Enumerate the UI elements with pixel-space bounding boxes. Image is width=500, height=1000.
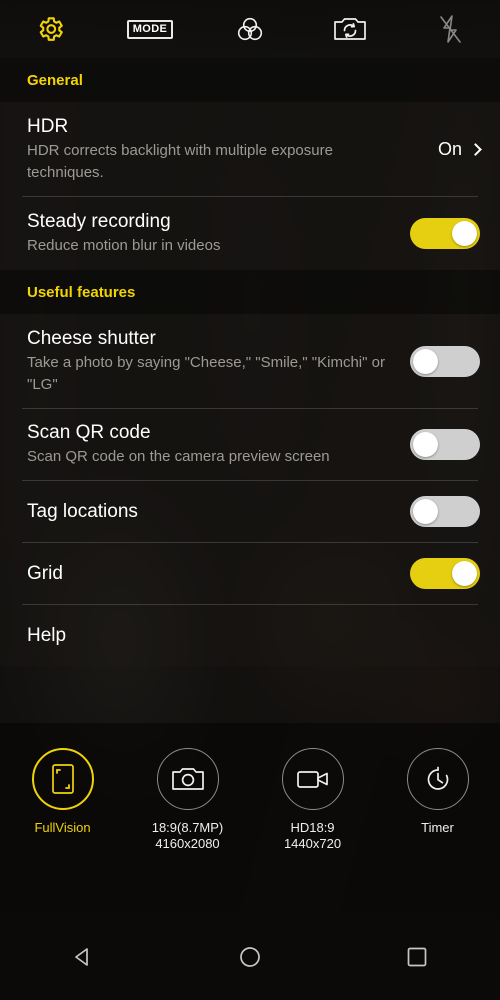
steady-recording-toggle[interactable] [410,217,480,249]
setting-row-steady-recording[interactable]: Steady recording Reduce motion blur in v… [0,196,500,270]
mode-label-sub: 4160x2080 [155,836,220,851]
setting-description: Reduce motion blur in videos [27,237,221,254]
setting-title: Steady recording [27,211,171,232]
toggle-knob [413,498,438,524]
grid-toggle[interactable] [410,557,480,589]
hdr-value-control[interactable]: On [437,138,482,160]
mode-label: 18:9(8.7MP) 4160x2080 [152,820,224,852]
setting-row-hdr[interactable]: HDR HDR corrects backlight with multiple… [0,102,500,196]
camera-mode-strip: FullVision 18:9(8.7MP) 4160x2080 HD18:9 … [0,723,500,913]
camera-switch-icon [334,18,366,40]
home-circle-icon [240,946,260,967]
section-header-general: General [0,58,500,102]
color-filter-button[interactable] [200,0,300,58]
home-button[interactable] [205,913,295,1000]
row-text: Grid [27,548,410,599]
camera-settings-screen: MODE General HDR HDR corrects backlight … [0,0,500,1000]
mode-label-main: Timer [421,820,454,835]
photo-camera-icon [171,768,204,790]
scan-qr-code-toggle[interactable] [410,428,480,460]
back-triangle-icon [75,947,89,966]
mode-circle [406,748,469,810]
color-filter-icon [237,17,263,41]
mode-icon: MODE [126,19,174,39]
setting-row-scan-qr-code[interactable]: Scan QR code Scan QR code on the camera … [0,408,500,480]
settings-icon [39,17,63,41]
setting-description: Take a photo by saying "Cheese," "Smile,… [27,354,385,393]
setting-title: Grid [27,562,63,584]
timer-icon [427,766,448,790]
section-rows-general: HDR HDR corrects backlight with multiple… [0,102,500,270]
chevron-right-icon [469,142,482,156]
settings-panel: General HDR HDR corrects backlight with … [0,58,500,723]
setting-value: On [437,138,462,159]
setting-title: Scan QR code [27,422,151,443]
toggle-knob [452,560,477,586]
setting-title: Tag locations [27,500,138,522]
flash-button[interactable] [400,0,500,58]
section-rows-useful-features: Cheese shutter Take a photo by saying "C… [0,314,500,666]
setting-row-help[interactable]: Help [0,604,500,666]
mode-label-main: HD18:9 [290,820,335,835]
fullvision-icon [51,764,74,794]
recents-button[interactable] [372,913,462,1000]
cheese-shutter-toggle[interactable] [410,345,480,377]
mode-option-photo[interactable]: 18:9(8.7MP) 4160x2080 [132,748,244,852]
mode-circle [31,748,94,810]
setting-title: HDR [27,116,69,137]
mode-label: Timer [421,820,454,836]
tag-locations-toggle[interactable] [410,495,480,527]
mode-circle [156,748,219,810]
row-text: Tag locations [27,486,410,537]
row-text: HDR HDR corrects backlight with multiple… [27,102,438,196]
flash-off-icon [440,15,461,43]
recents-square-icon [407,947,426,966]
video-camera-icon [296,771,328,788]
setting-row-grid[interactable]: Grid [0,542,500,604]
setting-title: Help [27,624,67,646]
setting-description: HDR corrects backlight with multiple exp… [27,142,333,181]
toggle-knob [413,348,438,374]
mode-label-main: 18:9(8.7MP) [151,820,224,835]
mode-button[interactable]: MODE [100,0,200,58]
row-text: Steady recording Reduce motion blur in v… [27,196,410,270]
section-header-useful-features: Useful features [0,270,500,314]
toggle-knob [413,431,438,457]
setting-title: Cheese shutter [27,328,156,349]
row-text: Scan QR code Scan QR code on the camera … [27,408,410,480]
row-text: Cheese shutter Take a photo by saying "C… [27,314,410,408]
top-icon-bar: MODE [0,0,500,58]
back-button[interactable] [38,913,128,1000]
camera-switch-button[interactable] [300,0,400,58]
mode-circle [281,748,344,810]
row-text: Help [27,610,480,661]
mode-label-sub: 1440x720 [283,836,342,851]
toggle-knob [452,220,477,246]
setting-row-cheese-shutter[interactable]: Cheese shutter Take a photo by saying "C… [0,314,500,408]
setting-row-tag-locations[interactable]: Tag locations [0,480,500,542]
mode-label: FullVision [34,820,90,836]
mode-option-timer[interactable]: Timer [382,748,494,836]
mode-option-video[interactable]: HD18:9 1440x720 [257,748,369,852]
android-navigation-bar [0,913,500,1000]
mode-label: HD18:9 1440x720 [284,820,341,852]
mode-label-main: FullVision [34,820,91,835]
setting-description: Scan QR code on the camera preview scree… [27,448,330,465]
settings-button[interactable] [0,0,100,58]
mode-option-fullvision[interactable]: FullVision [7,748,119,836]
